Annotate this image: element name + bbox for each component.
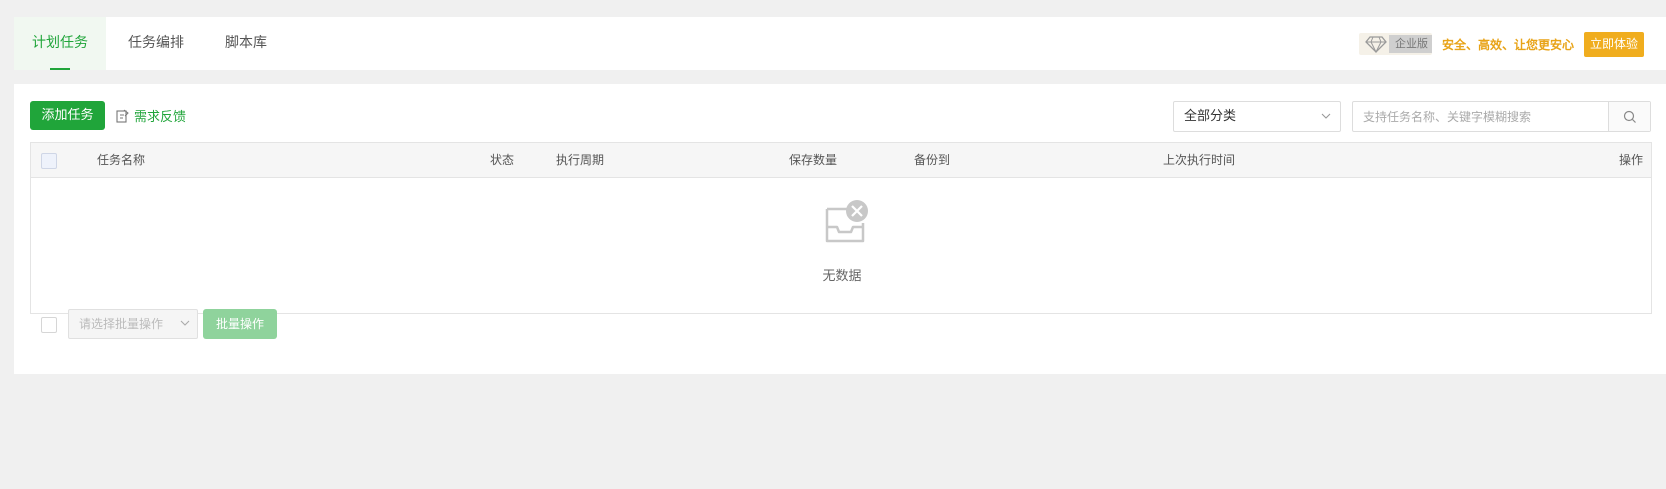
feedback-link[interactable]: 需求反馈	[116, 106, 186, 125]
col-backup-to[interactable]: 备份到	[914, 143, 950, 178]
empty-inbox-icon	[821, 199, 869, 247]
tab-script-library[interactable]: 脚本库	[210, 17, 282, 70]
add-task-button[interactable]: 添加任务	[30, 101, 105, 130]
category-select[interactable]: 全部分类	[1173, 101, 1341, 132]
feedback-label: 需求反馈	[134, 110, 187, 125]
empty-text: 无数据	[822, 269, 862, 284]
batch-action-select[interactable]: 请选择批量操作	[68, 309, 198, 339]
footer-select-checkbox[interactable]	[41, 317, 57, 333]
batch-action-placeholder: 请选择批量操作	[79, 317, 164, 331]
chevron-down-icon	[179, 310, 191, 348]
col-actions: 操作	[1618, 153, 1643, 167]
search-box	[1352, 101, 1651, 132]
col-cycle[interactable]: 执行周期	[556, 143, 604, 178]
category-select-value: 全部分类	[1184, 109, 1237, 124]
search-input[interactable]	[1353, 102, 1608, 131]
diamond-icon	[1365, 35, 1387, 54]
edit-note-icon	[116, 109, 129, 123]
tab-task-orchestration[interactable]: 任务编排	[114, 17, 198, 70]
search-icon	[1623, 110, 1636, 123]
col-save-count[interactable]: 保存数量	[789, 143, 837, 178]
tab-scheduled-tasks[interactable]: 计划任务	[14, 17, 106, 70]
batch-action-button[interactable]: 批量操作	[203, 309, 277, 339]
select-all-checkbox[interactable]	[41, 153, 57, 169]
search-button[interactable]	[1608, 102, 1650, 131]
table-header: 任务名称 状态 执行周期 保存数量 备份到 上次执行时间 操作	[31, 143, 1651, 178]
enterprise-badge: 企业版	[1358, 33, 1432, 55]
enterprise-badge-label: 企业版	[1388, 35, 1432, 53]
try-now-button[interactable]: 立即体验	[1583, 31, 1644, 57]
enterprise-promo: 企业版 安全、高效、让您更安心 立即体验	[1358, 31, 1644, 57]
task-panel: 添加任务 需求反馈 全部分类 任务名称 状态 执行周期 保存数量 备份到 上次执…	[14, 84, 1666, 374]
promo-slogan: 安全、高效、让您更安心	[1441, 37, 1574, 52]
empty-state: 无数据	[31, 179, 1651, 313]
task-table: 任务名称 状态 执行周期 保存数量 备份到 上次执行时间 操作 无数据	[30, 142, 1652, 314]
col-status[interactable]: 状态	[490, 143, 514, 178]
top-tab-bar: 计划任务 任务编排 脚本库 企业版 安全、高效、让您更安心 立即体验	[14, 17, 1666, 70]
col-last-run[interactable]: 上次执行时间	[1163, 143, 1235, 178]
col-task-name[interactable]: 任务名称	[97, 143, 145, 178]
chevron-down-icon	[1320, 102, 1332, 142]
